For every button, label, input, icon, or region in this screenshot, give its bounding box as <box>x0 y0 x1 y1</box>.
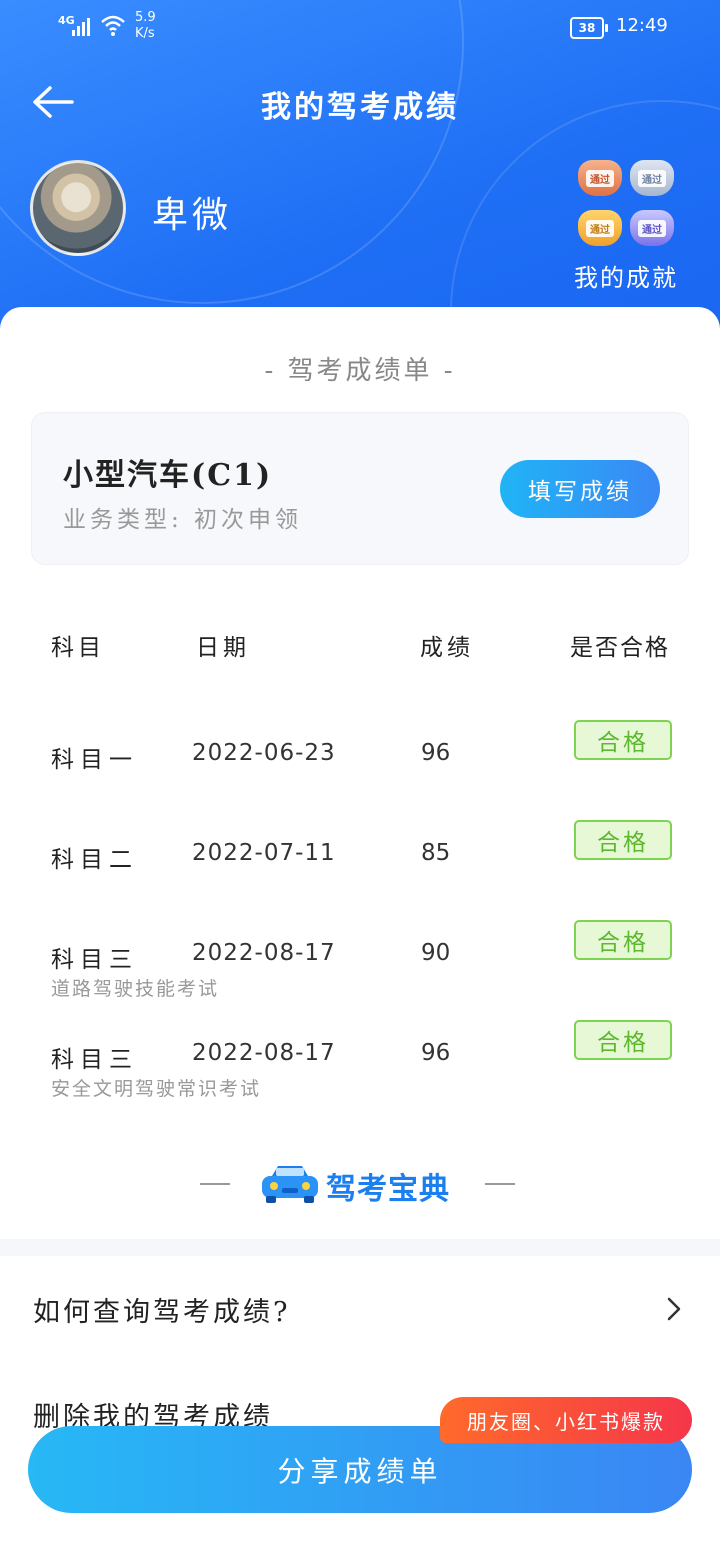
subject-cell: 科目三 <box>51 1047 138 1073</box>
pass-badge: 合格 <box>574 720 672 760</box>
date-cell: 2022-07-11 <box>192 840 336 866</box>
business-type: 业务类型: 初次申领 <box>63 507 303 533</box>
column-header-subject: 科目 <box>51 635 105 661</box>
divider <box>485 1183 515 1185</box>
avatar[interactable] <box>30 160 126 256</box>
column-header-pass: 是否合格 <box>570 635 670 661</box>
exam-note: 道路驾驶技能考试 <box>51 978 220 1000</box>
badge-icon: 通过 <box>578 160 622 196</box>
page-title: 我的驾考成绩 <box>261 90 459 125</box>
faq-link[interactable]: 如何查询驾考成绩? <box>33 1290 290 1329</box>
divider <box>200 1183 230 1185</box>
wifi-icon <box>101 15 125 36</box>
pass-badge: 合格 <box>574 820 672 860</box>
score-cell: 90 <box>421 940 451 966</box>
signal-icon <box>72 14 90 36</box>
date-cell: 2022-06-23 <box>192 740 336 766</box>
column-header-score: 成绩 <box>420 635 474 661</box>
chevron-right-icon[interactable] <box>664 1296 684 1322</box>
subject-cell: 科目三 <box>51 947 138 973</box>
score-cell: 96 <box>421 740 451 766</box>
column-header-date: 日期 <box>196 635 250 661</box>
score-cell: 85 <box>421 840 451 866</box>
network-speed: 5.9 K/s <box>135 10 156 41</box>
table-row: 科目三 2022-08-17 90 合格 道路驾驶技能考试 <box>0 920 720 1030</box>
table-row: 科目一 2022-06-23 96 合格 <box>0 720 720 830</box>
brand-name: 驾考宝典 <box>326 1172 450 1207</box>
subject-cell: 科目二 <box>51 847 138 873</box>
table-row: 科目三 2022-08-17 96 合格 安全文明驾驶常识考试 <box>0 1020 720 1130</box>
table-row: 科目二 2022-07-11 85 合格 <box>0 820 720 930</box>
badge-icon: 通过 <box>630 210 674 246</box>
date-cell: 2022-08-17 <box>192 1040 336 1066</box>
sheet-title: - 驾考成绩单 - <box>264 356 456 386</box>
battery-icon: 38 <box>570 17 608 39</box>
license-type: 小型汽车(C1) <box>63 458 273 493</box>
achievements-link[interactable]: 我的成就 <box>574 258 678 293</box>
brand-logo: 驾考宝典 <box>0 1160 720 1208</box>
pass-badge: 合格 <box>574 920 672 960</box>
fill-score-button[interactable]: 填写成绩 <box>500 460 660 518</box>
clock: 12:49 <box>616 15 668 36</box>
date-cell: 2022-08-17 <box>192 940 336 966</box>
score-cell: 96 <box>421 1040 451 1066</box>
achievement-badges[interactable]: 通过 通过 通过 通过 <box>576 158 684 258</box>
exam-note: 安全文明驾驶常识考试 <box>51 1078 262 1100</box>
badge-icon: 通过 <box>630 160 674 196</box>
badge-icon: 通过 <box>578 210 622 246</box>
car-icon <box>262 1166 318 1203</box>
subject-cell: 科目一 <box>51 747 138 773</box>
status-bar: 4G 5.9 K/s 38 12:49 <box>0 0 720 52</box>
promo-tag: 朋友圈、小红书爆款 <box>440 1397 692 1443</box>
user-name: 卑微 <box>152 195 233 236</box>
pass-badge: 合格 <box>574 1020 672 1060</box>
